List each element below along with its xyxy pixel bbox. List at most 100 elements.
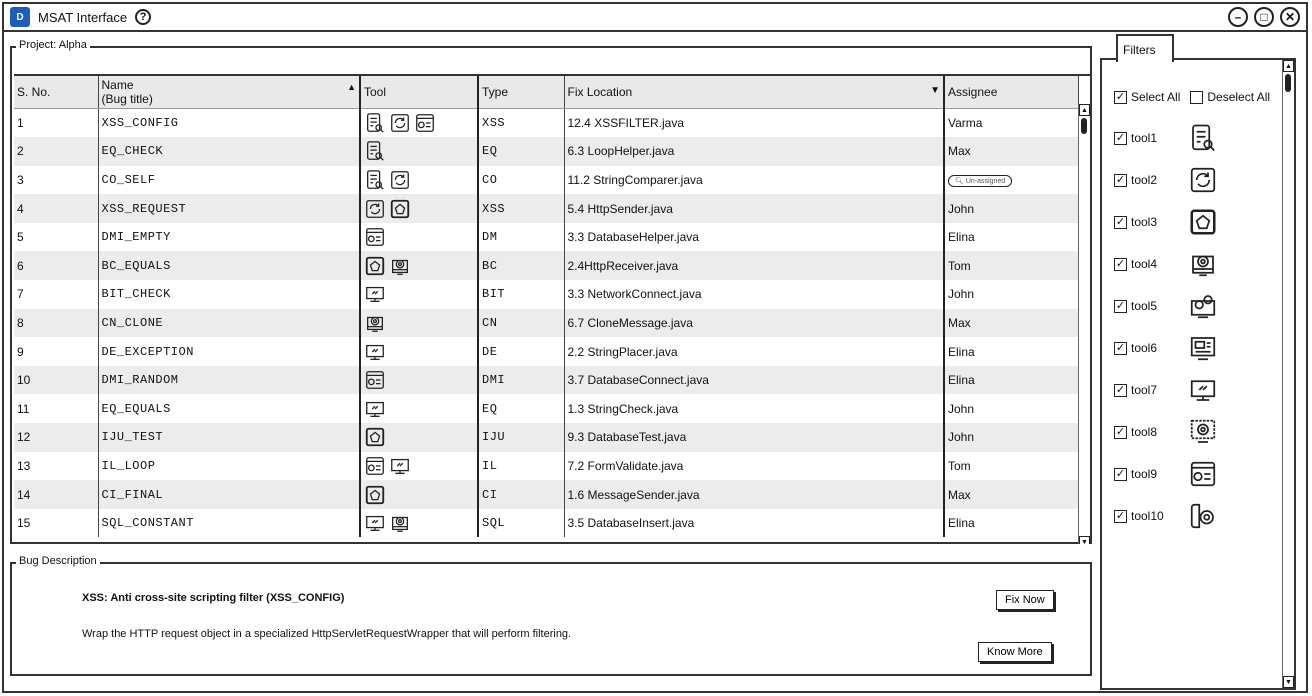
scroll-down-icon[interactable]: ▼ [1079,536,1090,544]
column-header-name[interactable]: ▲ Name (Bug title) [98,76,361,109]
unassigned-badge[interactable]: 🔍︎ Un-assigned [948,175,1013,188]
tool7-icon [389,455,411,477]
cell-sno: 7 [14,280,99,309]
tool1-icon [364,112,386,134]
tool7-icon [364,398,386,420]
bug-table: S. No. ▲ Name (Bug title) Tool Type ▼ Fi… [14,76,1079,538]
table-scrollbar[interactable]: ▲ ▼ [1078,104,1090,544]
cell-type: CO [478,165,565,195]
filter-item-tool5[interactable]: ✓ tool5 [1114,290,1219,322]
filter-checkbox[interactable]: ✓ [1114,257,1127,271]
select-all-option[interactable]: ✓ Select All [1114,90,1180,104]
cell-tools [360,423,479,452]
dropdown-arrow-icon[interactable]: ▼ [930,85,940,96]
filter-item-tool7[interactable]: ✓ tool7 [1114,374,1219,406]
select-row: ✓ Select All Deselect All [1114,90,1270,104]
filter-checkbox[interactable]: ✓ [1114,131,1127,145]
deselect-all-option[interactable]: Deselect All [1190,90,1270,104]
cell-fix-location: 12.4 XSSFILTER.java [564,108,945,138]
fix-now-button[interactable]: Fix Now [996,590,1054,610]
filter-checkbox[interactable]: ✓ [1114,215,1127,229]
filter-checkbox[interactable]: ✓ [1114,509,1127,523]
cell-fix-location: 7.2 FormValidate.java [564,451,945,481]
column-header-fix-location-label: Fix Location [567,85,633,99]
filter-item-tool9[interactable]: ✓ tool9 [1114,458,1219,490]
filter-checkbox[interactable]: ✓ [1114,425,1127,439]
cell-assignee: 🔍︎ Un-assigned [944,165,1079,195]
tool4-icon [364,312,386,334]
filter-checkbox[interactable]: ✓ [1114,467,1127,481]
cell-fix-location: 3.5 DatabaseInsert.java [564,508,945,538]
cell-sno: 11 [14,394,99,424]
filter-checkbox[interactable]: ✓ [1114,299,1127,313]
select-all-checkbox[interactable]: ✓ [1114,90,1127,104]
close-button[interactable]: ✕ [1280,7,1300,27]
filter-label: tool4 [1131,257,1158,271]
cell-bug-name: IL_LOOP [98,451,361,481]
cell-sno: 10 [14,365,99,395]
tab-filters[interactable]: Filters [1116,34,1174,62]
table-row[interactable]: 11 EQ_EQUALS EQ 1.3 StringCheck.java Joh… [14,394,1079,424]
filter-item-tool4[interactable]: ✓ tool4 [1114,248,1219,280]
cell-assignee: Tom [944,451,1079,481]
filters-scroll-thumb[interactable] [1285,74,1291,92]
minimize-button[interactable]: – [1228,7,1248,27]
table-row[interactable]: 6 BC_EQUALS BC 2.4HttpReceiver.java Tom [14,251,1079,281]
table-row[interactable]: 14 CI_FINAL CI 1.6 MessageSender.java Ma… [14,480,1079,509]
assignee-name: Elina [948,516,975,531]
gear-book-icon [1187,500,1219,532]
filter-item-tool3[interactable]: ✓ tool3 [1114,206,1219,238]
deselect-all-checkbox[interactable] [1190,90,1204,104]
filter-item-tool8[interactable]: ✓ tool8 [1114,416,1219,448]
filters-scrollbar[interactable]: ▲ ▼ [1282,60,1294,688]
column-header-assignee[interactable]: Assignee [944,76,1079,109]
table-row[interactable]: 2 EQ_CHECK EQ 6.3 LoopHelper.java Max [14,137,1079,166]
cell-sno: 14 [14,480,99,509]
filter-checkbox[interactable]: ✓ [1114,173,1127,187]
scroll-up-icon[interactable]: ▲ [1079,104,1090,116]
cell-tools [360,480,479,509]
filter-checkbox[interactable]: ✓ [1114,341,1127,355]
assignee-name: Elina [948,373,975,388]
filter-item-tool2[interactable]: ✓ tool2 [1114,164,1219,196]
cell-tools [360,108,479,138]
table-row[interactable]: 8 CN_CLONE CN 6.7 CloneMessage.java Max [14,308,1079,338]
cell-tools [360,508,479,538]
table-row[interactable]: 13 IL_LOOP IL 7.2 FormValidate.java Tom [14,451,1079,481]
filters-scroll-up-icon[interactable]: ▲ [1283,60,1294,72]
column-header-tool[interactable]: Tool [360,76,479,109]
tool9-icon [364,455,386,477]
help-icon[interactable]: ? [135,9,152,25]
table-row[interactable]: 12 IJU_TEST IJU 9.3 DatabaseTest.java Jo… [14,423,1079,452]
tool7-icon [364,283,386,305]
filter-item-tool1[interactable]: ✓ tool1 [1114,122,1219,154]
table-row[interactable]: 3 CO_SELF CO 11.2 StringComparer.java 🔍︎… [14,165,1079,195]
filter-checkbox[interactable]: ✓ [1114,383,1127,397]
table-row[interactable]: 9 DE_EXCEPTION DE 2.2 StringPlacer.java … [14,337,1079,366]
cell-fix-location: 2.2 StringPlacer.java [564,337,945,366]
scroll-thumb[interactable] [1081,118,1087,134]
assignee-name: John [948,401,975,416]
filter-label: tool9 [1131,467,1158,481]
table-row[interactable]: 7 BIT_CHECK BIT 3.3 NetworkConnect.java … [14,280,1079,309]
table-row[interactable]: 5 DMI_EMPTY DM 3.3 DatabaseHelper.java E… [14,222,1079,252]
table-row[interactable]: 1 XSS_CONFIG XSS 12.4 XSSFILTER.java Var… [14,108,1079,138]
assignee-name: Tom [948,258,971,273]
table-row[interactable]: 15 SQL_CONSTANT SQL 3.5 DatabaseInsert.j… [14,508,1079,538]
cell-assignee: Varma [944,108,1079,138]
table-row[interactable]: 4 XSS_REQUEST XSS 5.4 HttpSender.java Jo… [14,194,1079,223]
filters-scroll-down-icon[interactable]: ▼ [1283,676,1294,688]
know-more-button[interactable]: Know More [978,642,1052,662]
column-header-fix-location[interactable]: ▼ Fix Location [564,76,945,109]
table-row[interactable]: 10 DMI_RANDOM DMI 3.7 DatabaseConnect.ja… [14,365,1079,395]
maximize-button[interactable]: □ [1254,7,1274,27]
column-header-type[interactable]: Type [478,76,565,109]
gear-computer-icon [1187,248,1219,280]
column-header-sno[interactable]: S. No. [14,76,99,109]
sort-ascending-icon[interactable]: ▲ [347,82,356,92]
filter-item-tool10[interactable]: ✓ tool10 [1114,500,1219,532]
assignee-name: Elina [948,344,975,359]
cell-fix-location: 1.3 StringCheck.java [564,394,945,424]
assignee-name: John [948,201,975,216]
filter-item-tool6[interactable]: ✓ tool6 [1114,332,1219,364]
